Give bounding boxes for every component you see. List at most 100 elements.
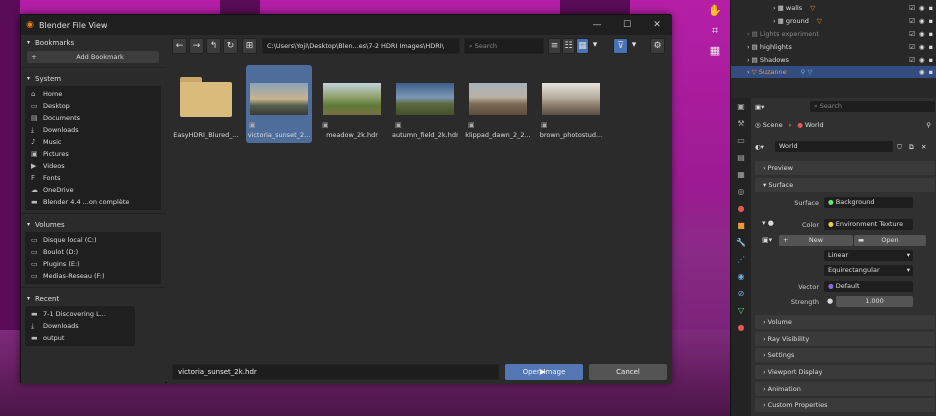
editor-type-icon[interactable]: ▣ bbox=[731, 98, 751, 115]
image-icon[interactable]: ▣▾ bbox=[762, 236, 772, 244]
row-toggles[interactable]: ☑ ◉ ▪ bbox=[909, 4, 933, 12]
modifiers-icon[interactable]: 🔧 bbox=[731, 234, 751, 251]
eye-icon[interactable]: ◉ bbox=[919, 56, 925, 64]
bookmarks-header[interactable]: ▾ Bookmarks bbox=[21, 35, 165, 50]
row-toggles[interactable]: ☑ ◉ ▪ bbox=[909, 43, 933, 51]
camera-icon[interactable]: ▪ bbox=[929, 68, 933, 76]
grid-icon[interactable]: ▦ bbox=[705, 44, 725, 60]
world-icon[interactable]: ● bbox=[731, 200, 751, 217]
filename-input[interactable]: victoria_sunset_2k.hdr bbox=[172, 364, 499, 380]
section-preview[interactable]: › Preview bbox=[755, 161, 935, 175]
data-icon[interactable]: ▽ bbox=[731, 302, 751, 319]
refresh-icon[interactable]: ↻ bbox=[223, 38, 238, 54]
checkbox-icon[interactable]: ☑ bbox=[909, 17, 915, 25]
fake-user-icon[interactable]: ⛉ bbox=[897, 143, 902, 152]
chevron-down-icon[interactable]: ▾ bbox=[590, 38, 600, 54]
copy-icon[interactable]: ⧉ bbox=[909, 143, 914, 152]
sidebar-item-desktop[interactable]: ▭ Desktop bbox=[25, 100, 161, 112]
tool-icon[interactable]: ⚒ bbox=[731, 115, 751, 132]
row-toggles[interactable]: ◉ ▪ bbox=[919, 68, 933, 76]
parent-directory-icon[interactable]: ↰ bbox=[206, 38, 221, 54]
section-volume[interactable]: › Volume bbox=[755, 315, 935, 329]
interpolation-dropdown[interactable]: Linear ▾ bbox=[824, 250, 913, 261]
file-item[interactable]: ▣ meadow_2k.hdr bbox=[319, 65, 385, 143]
horizontal-list-icon[interactable]: ☷ bbox=[562, 38, 575, 54]
unlink-icon[interactable]: ✕ bbox=[921, 143, 926, 151]
section-ray-visibility[interactable]: › Ray Visibility bbox=[755, 332, 935, 346]
back-icon[interactable]: ← bbox=[172, 38, 187, 54]
chevron-down-icon[interactable]: ▾ bbox=[629, 38, 639, 54]
sidebar-item-volume-e[interactable]: ▭ Plugins (E:) bbox=[25, 258, 161, 270]
outliner-row[interactable]: › ▦ ground ▽ ☑ ◉ ▪ bbox=[731, 15, 936, 27]
pin-icon[interactable]: ⚲ bbox=[926, 121, 931, 129]
material-icon[interactable]: ● bbox=[731, 319, 751, 336]
search-input[interactable]: ⌕ Search bbox=[464, 38, 544, 54]
open-image-button-props[interactable]: ▬ Open bbox=[854, 235, 926, 246]
object-icon[interactable]: ■ bbox=[731, 217, 751, 234]
sidebar-item-documents[interactable]: ▤ Documents bbox=[25, 112, 161, 124]
chevron-down-icon[interactable]: ▾ ● bbox=[762, 219, 774, 227]
section-settings[interactable]: › Settings bbox=[755, 348, 935, 362]
system-header[interactable]: ▾ System bbox=[21, 71, 165, 86]
output-icon[interactable]: ▤ bbox=[731, 149, 751, 166]
sidebar-item-recent[interactable]: ▬ 7-1 Discovering L... bbox=[25, 308, 135, 320]
hand-icon[interactable]: ✋ bbox=[705, 4, 725, 20]
render-icon[interactable]: ▭ bbox=[731, 132, 751, 149]
file-item-selected[interactable]: ▣ victoria_sunset_2... bbox=[246, 65, 312, 143]
sidebar-item-blender[interactable]: ▬ Blender 4.4 ...on complète bbox=[25, 196, 161, 208]
outliner-row[interactable]: › ▦ walls ▽ ☑ ◉ ▪ bbox=[731, 2, 936, 14]
world-selector[interactable]: ◐▾ World ⛉ ⧉ ✕ bbox=[755, 140, 935, 154]
file-item[interactable]: ▣ brown_photostud... bbox=[538, 65, 604, 143]
new-folder-icon[interactable]: ⊞ bbox=[242, 38, 257, 54]
volumes-header[interactable]: ▾ Volumes bbox=[21, 217, 165, 232]
row-toggles[interactable]: ☑ ◉ ▪ bbox=[909, 56, 933, 64]
maximize-button[interactable]: ☐ bbox=[612, 20, 642, 30]
eye-icon[interactable]: ◉ bbox=[919, 43, 925, 51]
constraints-icon[interactable]: ⊘ bbox=[731, 285, 751, 302]
file-item[interactable]: ▣ klippad_dawn_2_2... bbox=[465, 65, 531, 143]
camera-icon[interactable]: ▪ bbox=[929, 43, 933, 51]
sidebar-item-fonts[interactable]: F Fonts bbox=[25, 172, 161, 184]
particles-icon[interactable]: ⋰ bbox=[731, 251, 751, 268]
sidebar-item-volume-c[interactable]: ▭ Disque local (C:) bbox=[25, 234, 161, 246]
eye-icon[interactable]: ◉ bbox=[919, 30, 925, 38]
section-custom-properties[interactable]: › Custom Properties bbox=[755, 398, 935, 412]
outliner-row[interactable]: › ▤ Lights experiment ☑ ◉ ▪ bbox=[731, 28, 936, 40]
camera-icon[interactable]: ⌗ bbox=[705, 24, 725, 40]
new-image-button[interactable]: + New bbox=[779, 235, 853, 246]
outliner-row[interactable]: › ▤ Shadows ☑ ◉ ▪ bbox=[731, 54, 936, 66]
camera-icon[interactable]: ▪ bbox=[929, 17, 933, 25]
row-toggles[interactable]: ☑ ◉ ▪ bbox=[909, 17, 933, 25]
sidebar-item-music[interactable]: ♪ Music bbox=[25, 136, 161, 148]
sidebar-item-recent[interactable]: ▬ output bbox=[25, 332, 135, 344]
surface-shader-field[interactable]: ● Background bbox=[824, 197, 913, 208]
close-button[interactable]: ✕ bbox=[642, 20, 672, 30]
camera-icon[interactable]: ▪ bbox=[929, 4, 933, 12]
sidebar-item-videos[interactable]: ▶ Videos bbox=[25, 160, 161, 172]
path-input[interactable]: C:\Users\Yoji\Desktop\Blen...es\7-2 HDRI… bbox=[262, 38, 460, 54]
filter-icon[interactable]: ⊽ bbox=[613, 38, 628, 54]
checkbox-icon[interactable]: ☑ bbox=[909, 43, 915, 51]
editor-type-icon[interactable]: ▣▾ bbox=[755, 103, 764, 111]
sidebar-item-pictures[interactable]: ▣ Pictures bbox=[25, 148, 161, 160]
section-animation[interactable]: › Animation bbox=[755, 382, 935, 396]
strength-slider[interactable]: 1.000 bbox=[836, 296, 913, 307]
section-viewport-display[interactable]: › Viewport Display bbox=[755, 365, 935, 379]
section-surface[interactable]: ▾ Surface bbox=[755, 178, 935, 192]
checkbox-icon[interactable]: ☑ bbox=[909, 30, 915, 38]
sidebar-item-volume-d[interactable]: ▭ Boulot (D:) bbox=[25, 246, 161, 258]
gear-icon[interactable]: ⚙ bbox=[650, 38, 665, 54]
projection-dropdown[interactable]: Equirectangular ▾ bbox=[824, 265, 913, 276]
sidebar-item-volume-f[interactable]: ▭ Medias-Reseau (F:) bbox=[25, 270, 161, 282]
file-item[interactable]: ▣ autumn_field_2k.hdr bbox=[392, 65, 458, 143]
eye-icon[interactable]: ◉ bbox=[919, 68, 925, 76]
vector-field[interactable]: ● Default bbox=[824, 281, 913, 292]
eye-icon[interactable]: ◉ bbox=[919, 17, 925, 25]
camera-icon[interactable]: ▪ bbox=[929, 56, 933, 64]
forward-icon[interactable]: → bbox=[189, 38, 204, 54]
world-name-field[interactable]: World bbox=[775, 141, 893, 152]
file-item[interactable]: EasyHDRI_Blured_... bbox=[173, 65, 239, 143]
sidebar-item-recent[interactable]: ⤓ Downloads bbox=[25, 320, 135, 332]
camera-icon[interactable]: ▪ bbox=[929, 30, 933, 38]
checkbox-icon[interactable]: ☑ bbox=[909, 56, 915, 64]
